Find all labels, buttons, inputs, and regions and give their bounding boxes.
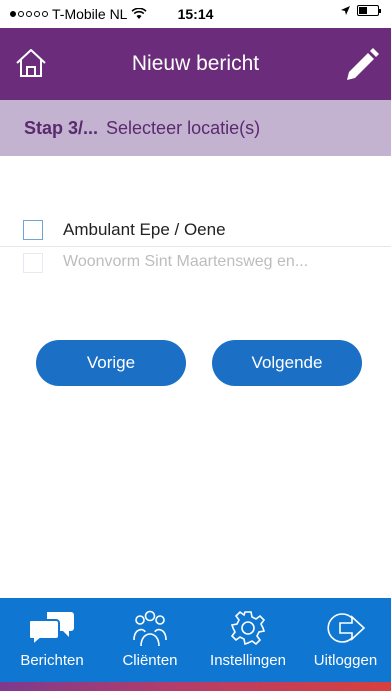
checkbox[interactable]: [23, 253, 43, 273]
tab-uitloggen[interactable]: Uitloggen: [300, 598, 391, 682]
checkbox[interactable]: [23, 220, 43, 240]
tab-instellingen[interactable]: Instellingen: [196, 598, 300, 682]
app-header: Nieuw bericht: [0, 28, 391, 100]
list-item-ambulant-epe-oene[interactable]: Ambulant Epe / Oene: [0, 214, 391, 247]
location-label: Woonvorm Sint Maartensweg en...: [63, 253, 309, 270]
battery-icon: [357, 5, 381, 16]
status-right: [340, 5, 381, 16]
gear-icon: [230, 610, 266, 646]
list-item-woonvorm-sint-maartensweg[interactable]: Woonvorm Sint Maartensweg en...: [0, 247, 391, 279]
step-indicator: Stap 3/...: [24, 118, 99, 138]
status-bar: T-Mobile NL 15:14: [0, 0, 391, 28]
location-list: Ambulant Epe / Oene Woonvorm Sint Maarte…: [0, 214, 391, 279]
location-label: Ambulant Epe / Oene: [63, 220, 226, 239]
next-button[interactable]: Volgende: [212, 340, 362, 386]
tab-bar: Berichten Cliënten Instellingen Uitlogge…: [0, 598, 391, 691]
step-bar: Stap 3/... Selecteer locatie(s): [0, 100, 391, 156]
brand-stripe: [0, 682, 391, 691]
pencil-icon[interactable]: [343, 44, 379, 82]
previous-button[interactable]: Vorige: [36, 340, 186, 386]
location-arrow-icon: [341, 6, 350, 15]
tab-label: Uitloggen: [313, 652, 378, 669]
logout-icon: [326, 613, 365, 643]
people-icon: [133, 610, 167, 647]
tab-label: Instellingen: [210, 652, 286, 669]
tab-label: Cliënten: [122, 652, 178, 669]
step-instruction: Selecteer locatie(s): [106, 118, 261, 138]
tab-berichten[interactable]: Berichten: [0, 598, 104, 682]
status-time: 15:14: [177, 6, 214, 22]
tab-label: Berichten: [20, 652, 84, 669]
page-title: Nieuw bericht: [131, 52, 260, 75]
tab-clienten[interactable]: Cliënten: [106, 598, 194, 682]
chat-bubbles-icon: [29, 612, 74, 646]
